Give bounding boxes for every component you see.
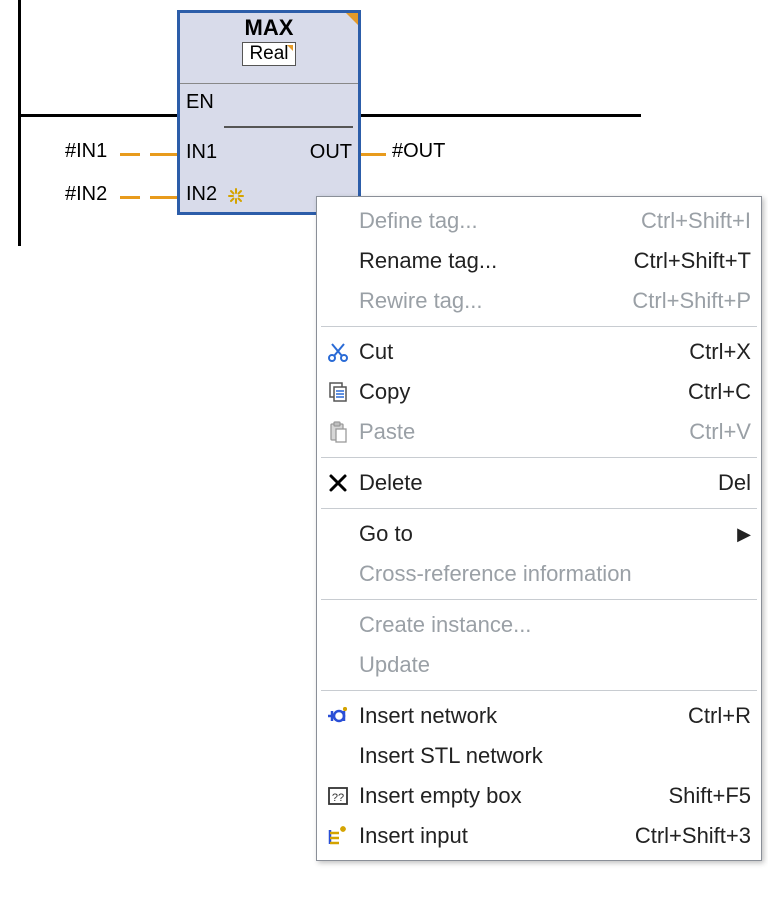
tag-in1[interactable]: #IN1 [65, 140, 107, 163]
insert-network-icon [321, 704, 355, 728]
wire-tag-in2-a [120, 196, 140, 199]
menu-insert-input[interactable]: Insert input Ctrl+Shift+3 [317, 816, 761, 856]
menu-rewire-tag: Rewire tag... Ctrl+Shift+P [317, 281, 761, 321]
menu-insert-empty-box[interactable]: ?? Insert empty box Shift+F5 [317, 776, 761, 816]
menu-separator [321, 457, 757, 458]
wire-rail-to-en [19, 114, 177, 117]
block-header: MAX Real [180, 15, 358, 84]
menu-define-tag: Define tag... Ctrl+Shift+I [317, 201, 761, 241]
delete-icon [321, 471, 355, 495]
menu-paste: Paste Ctrl+V [317, 412, 761, 452]
menu-separator [321, 508, 757, 509]
pin-in1[interactable]: IN1 [186, 141, 217, 164]
menu-separator [321, 599, 757, 600]
menu-insert-stl-network[interactable]: Insert STL network [317, 736, 761, 776]
pin-en: EN [186, 91, 214, 114]
wire-tag-in1-a [120, 153, 140, 156]
svg-text:??: ?? [332, 792, 344, 804]
wire-tag-out [361, 153, 386, 156]
menu-goto[interactable]: Go to ▶ [317, 514, 761, 554]
menu-create-instance: Create instance... [317, 605, 761, 645]
paste-icon [321, 420, 355, 444]
menu-update: Update [317, 645, 761, 685]
context-menu: Define tag... Ctrl+Shift+I Rename tag...… [316, 196, 762, 861]
menu-separator [321, 690, 757, 691]
cut-icon [321, 340, 355, 364]
menu-cross-reference: Cross-reference information [317, 554, 761, 594]
menu-rename-tag[interactable]: Rename tag... Ctrl+Shift+T [317, 241, 761, 281]
menu-copy[interactable]: Copy Ctrl+C [317, 372, 761, 412]
copy-icon [321, 380, 355, 404]
function-block-max[interactable]: MAX Real EN IN1 IN2 OUT [177, 10, 361, 215]
add-pin-burst-icon[interactable] [228, 188, 244, 204]
ladder-editor-canvas[interactable]: #IN1 #IN2 #OUT MAX Real EN IN1 IN2 OUT [0, 0, 768, 908]
block-title: MAX [180, 15, 358, 41]
power-rail [18, 0, 21, 246]
pin-out[interactable]: OUT [310, 141, 352, 164]
submenu-arrow-icon: ▶ [727, 517, 751, 551]
wire-tag-in1-b [150, 153, 177, 156]
tag-in2[interactable]: #IN2 [65, 183, 107, 206]
tag-out[interactable]: #OUT [392, 140, 445, 163]
insert-input-icon [321, 824, 355, 848]
menu-insert-network[interactable]: Insert network Ctrl+R [317, 696, 761, 736]
pin-in2[interactable]: IN2 [186, 183, 217, 206]
menu-separator [321, 326, 757, 327]
insert-empty-box-icon: ?? [321, 784, 355, 808]
block-en-divider [224, 126, 353, 128]
block-type-selector[interactable]: Real [242, 42, 295, 66]
menu-cut[interactable]: Cut Ctrl+X [317, 332, 761, 372]
menu-delete[interactable]: Delete Del [317, 463, 761, 503]
wire-tag-in2-b [150, 196, 177, 199]
wire-en-out-rail [361, 114, 641, 117]
